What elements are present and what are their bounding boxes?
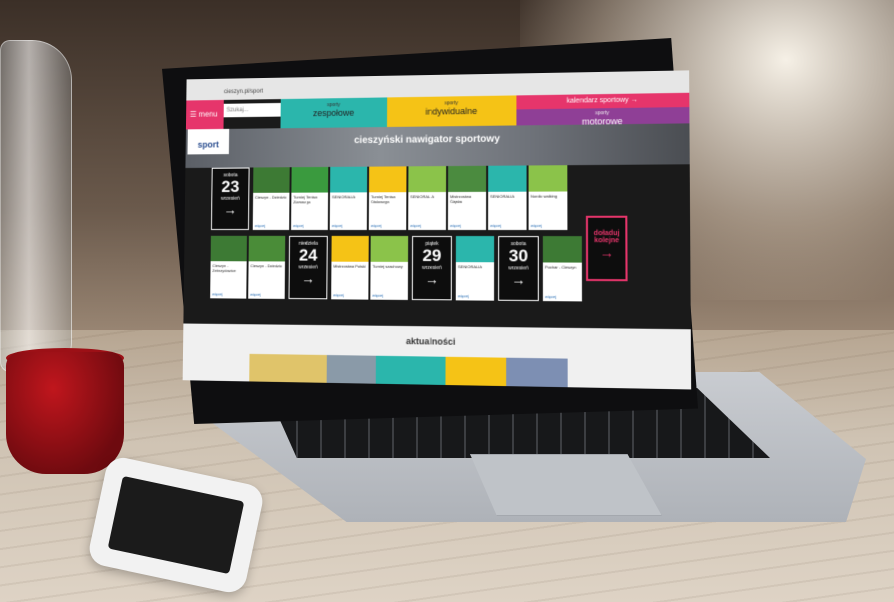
event-card[interactable]: Puchar - Cieszyn więcej bbox=[543, 236, 582, 301]
event-more-link[interactable]: więcej bbox=[212, 291, 223, 296]
event-more-link[interactable]: więcej bbox=[255, 223, 266, 228]
arrow-right-icon: → bbox=[223, 201, 237, 218]
event-card[interactable]: SENIORALIA więcej bbox=[330, 167, 367, 230]
arrow-right-icon: → bbox=[424, 271, 439, 288]
event-title: Cieszyn - Dziedzic bbox=[254, 194, 287, 200]
event-title: SENIORALIA bbox=[457, 264, 482, 270]
event-title: SENIORALIA bbox=[410, 194, 435, 200]
event-title: Turniej szachowy bbox=[372, 263, 403, 269]
day-card[interactable]: sobota 23 wrzesień → bbox=[211, 168, 250, 230]
event-card[interactable]: Nordic walking więcej bbox=[529, 165, 568, 230]
event-card[interactable]: Cieszyn - Zebrzydowice więcej bbox=[210, 236, 247, 299]
tab-indywidualne-label: indywidualne bbox=[425, 105, 478, 117]
site-logo[interactable]: sport bbox=[187, 129, 229, 155]
tab-zespolowe-label: zespołowe bbox=[312, 107, 355, 119]
event-more-link[interactable]: więcej bbox=[410, 223, 421, 228]
tab-indywidualne[interactable]: sporty indywidualne bbox=[387, 95, 516, 127]
event-card[interactable]: Mistrzostwa Śląska więcej bbox=[448, 166, 486, 230]
event-title: Mistrzostwa Polski bbox=[333, 263, 366, 269]
arrow-right-icon: → bbox=[599, 244, 614, 261]
event-card[interactable]: Cieszyn - Dziedzic więcej bbox=[253, 167, 290, 230]
event-card[interactable]: SENIORALIA więcej bbox=[488, 165, 526, 230]
event-title: SENIORALIA bbox=[331, 194, 356, 200]
news-thumb[interactable] bbox=[327, 355, 376, 384]
event-title: Turniej Tenisa Ziemnego bbox=[293, 194, 318, 205]
news-thumb[interactable] bbox=[376, 356, 446, 385]
menu-button[interactable]: ☰ menu bbox=[186, 100, 224, 129]
event-more-link[interactable]: więcej bbox=[371, 223, 382, 228]
load-more-label: doładuj kolejne bbox=[593, 230, 620, 245]
red-mug bbox=[6, 352, 124, 474]
tab-zespolowe[interactable]: sporty zespołowe bbox=[280, 97, 387, 128]
laptop-screen: cieszyn.pl/sport ☰ menu Szukaj... sporty… bbox=[183, 70, 692, 389]
event-title: Turniej Tenisa Stołowego bbox=[370, 194, 396, 205]
event-more-link[interactable]: więcej bbox=[490, 223, 501, 228]
event-title: Mistrzostwa Śląska bbox=[450, 193, 472, 204]
menu-label: menu bbox=[198, 109, 218, 119]
phone-screen bbox=[107, 475, 245, 575]
event-card[interactable]: SENIORALIA więcej bbox=[408, 166, 446, 230]
calendar-button[interactable]: kalendarz sportowy → bbox=[516, 93, 689, 110]
load-more-button[interactable]: doładuj kolejne → bbox=[586, 216, 628, 282]
event-more-link[interactable]: więcej bbox=[332, 223, 343, 228]
day-card[interactable]: sobota 30 wrzesień → bbox=[498, 236, 539, 301]
event-more-link[interactable]: więcej bbox=[545, 294, 556, 299]
day-number: 29 bbox=[422, 245, 442, 266]
news-thumb[interactable] bbox=[249, 354, 327, 383]
event-more-link[interactable]: więcej bbox=[293, 223, 304, 228]
event-card[interactable]: SENIORALIA więcej bbox=[456, 236, 494, 301]
photo-scene: cieszyn.pl/sport ☰ menu Szukaj... sporty… bbox=[0, 0, 894, 602]
day-number: 24 bbox=[298, 245, 318, 265]
news-thumb[interactable] bbox=[506, 358, 568, 388]
calendar-label: kalendarz sportowy bbox=[566, 96, 629, 105]
event-more-link[interactable]: więcej bbox=[531, 223, 542, 228]
browser-url[interactable]: cieszyn.pl/sport bbox=[224, 89, 263, 95]
event-title: SENIORALIA bbox=[490, 193, 515, 199]
event-more-link[interactable]: więcej bbox=[372, 293, 383, 298]
event-title: Cieszyn - Zebrzydowice bbox=[212, 263, 236, 274]
event-more-link[interactable]: więcej bbox=[450, 223, 461, 228]
arrow-right-icon: → bbox=[301, 270, 315, 287]
day-card[interactable]: niedziela 24 wrzesień → bbox=[289, 236, 328, 299]
event-card[interactable]: Turniej Tenisa Stołowego więcej bbox=[369, 166, 407, 230]
event-title: Cieszyn - Dziedzic bbox=[250, 263, 283, 269]
day-card[interactable]: piątek 29 wrzesień → bbox=[412, 236, 452, 300]
event-more-link[interactable]: więcej bbox=[333, 292, 344, 297]
search-input[interactable]: Szukaj... bbox=[224, 103, 281, 117]
event-more-link[interactable]: więcej bbox=[250, 292, 261, 297]
day-number: 30 bbox=[508, 246, 529, 266]
glass-vase bbox=[0, 40, 72, 372]
event-card[interactable]: Turniej Tenisa Ziemnego więcej bbox=[291, 167, 328, 230]
event-title: Nordic walking bbox=[530, 193, 558, 199]
event-more-link[interactable]: więcej bbox=[458, 293, 469, 298]
events-grid: sobota 23 wrzesień → Cieszyn - Dziedzic w… bbox=[210, 164, 681, 329]
hero-banner bbox=[185, 123, 689, 168]
arrow-right-icon: → bbox=[511, 271, 526, 288]
day-number: 23 bbox=[221, 177, 240, 196]
event-card[interactable]: Cieszyn - Dziedzic więcej bbox=[248, 236, 285, 299]
event-card[interactable]: Turniej szachowy więcej bbox=[370, 236, 408, 300]
news-title: aktualności bbox=[405, 336, 456, 347]
arrow-right-icon: → bbox=[630, 96, 638, 104]
event-title: Puchar - Cieszyn bbox=[544, 264, 577, 270]
event-card[interactable]: Mistrzostwa Polski więcej bbox=[331, 236, 369, 300]
news-thumb[interactable] bbox=[445, 357, 506, 386]
